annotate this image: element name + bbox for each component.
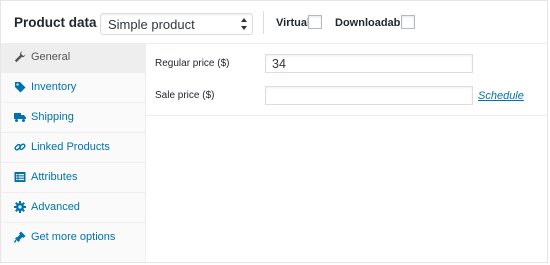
- product-data-header: Product data — Simple product Virtual: D…: [1, 1, 547, 44]
- tab-general-label: General: [31, 51, 71, 63]
- sale-price-label: Sale price ($): [155, 90, 215, 101]
- sale-price-input[interactable]: [265, 86, 473, 105]
- tab-inventory-label: Inventory: [31, 81, 77, 93]
- schedule-link[interactable]: Schedule: [478, 90, 524, 102]
- general-options-panel: Regular price ($) Sale price ($) Schedul…: [146, 44, 547, 116]
- tab-shipping-label: Shipping: [31, 111, 74, 123]
- tab-get-more-options[interactable]: Get more options: [1, 223, 145, 253]
- tab-general[interactable]: General: [1, 43, 145, 73]
- tab-linked-products-label: Linked Products: [31, 141, 110, 153]
- truck-icon: [14, 113, 26, 122]
- virtual-checkbox[interactable]: [308, 15, 322, 29]
- link-icon: [14, 143, 26, 151]
- downloadable-checkbox[interactable]: [401, 15, 415, 29]
- regular-price-label: Regular price ($): [155, 58, 230, 69]
- tab-shipping[interactable]: Shipping: [1, 103, 145, 133]
- tab-get-more-options-label: Get more options: [31, 231, 116, 243]
- tab-advanced[interactable]: Advanced: [1, 193, 145, 223]
- product-type-selected: Simple product: [108, 17, 195, 32]
- plugin-icon: [14, 231, 26, 243]
- tab-advanced-label: Advanced: [31, 201, 80, 213]
- regular-price-input[interactable]: [265, 54, 473, 73]
- tab-attributes-label: Attributes: [31, 171, 78, 183]
- product-data-panel: Product data — Simple product Virtual: D…: [0, 0, 548, 263]
- panel-title: Product data —: [14, 15, 114, 30]
- wrench-icon: [14, 51, 26, 63]
- header-divider: [263, 11, 264, 34]
- tab-linked-products[interactable]: Linked Products: [1, 133, 145, 163]
- tab-inventory[interactable]: Inventory: [1, 73, 145, 103]
- tag-icon: [15, 82, 26, 93]
- select-arrows-icon: [241, 18, 247, 30]
- gear-icon: [14, 201, 26, 213]
- list-icon: [14, 172, 26, 182]
- product-data-tabs: General Inventory Shipping Linked Produc…: [1, 43, 146, 262]
- product-type-select[interactable]: Simple product: [100, 13, 253, 35]
- tab-attributes[interactable]: Attributes: [1, 163, 145, 193]
